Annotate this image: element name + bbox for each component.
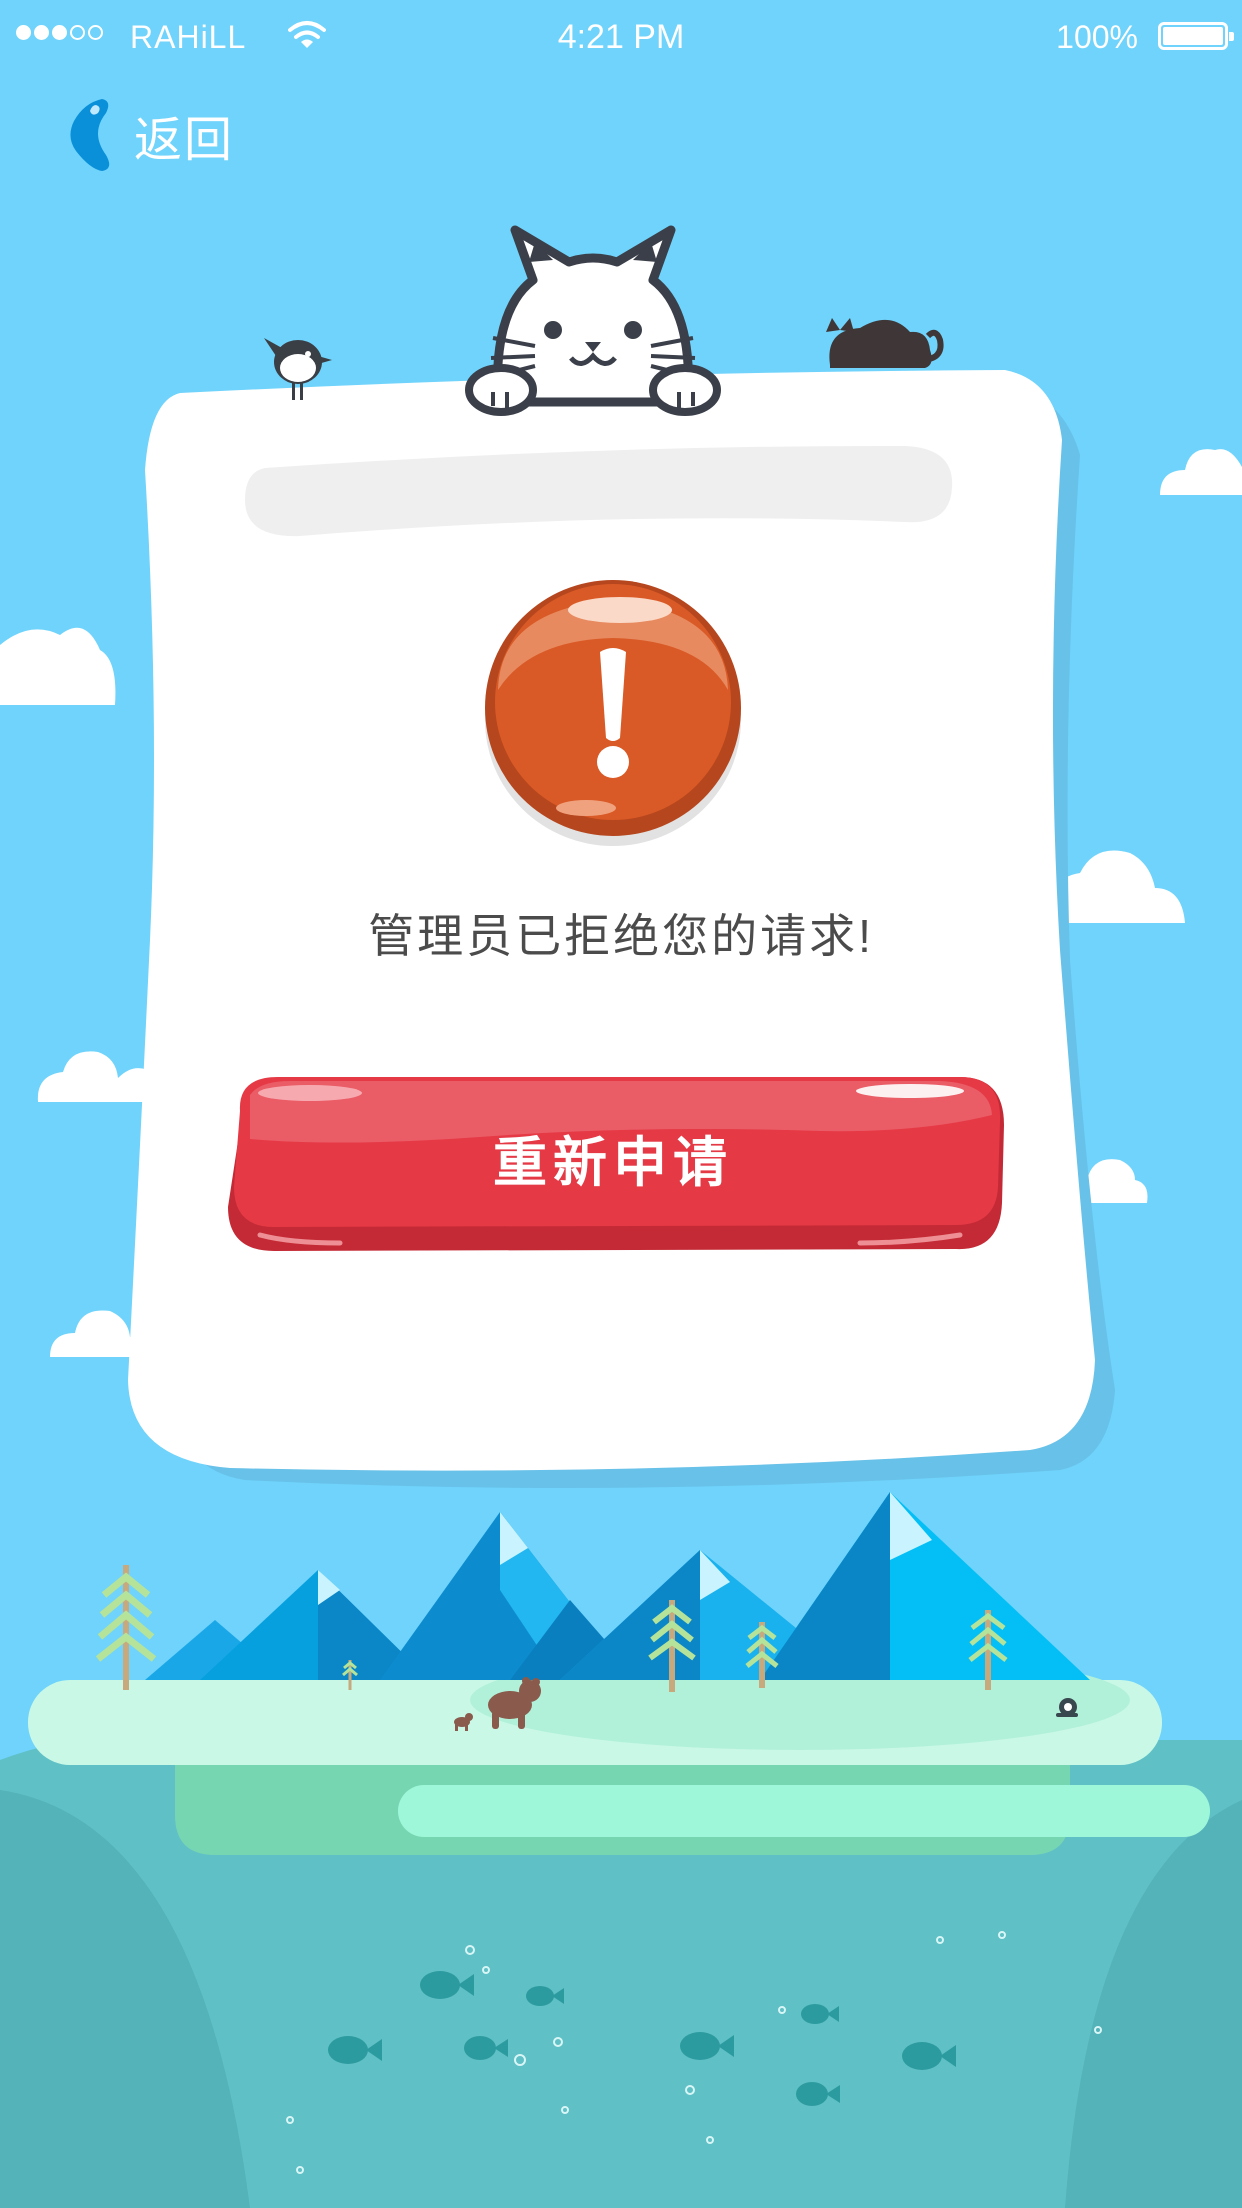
battery-percentage: 100% [1056,19,1138,55]
battery-icon [1158,22,1234,50]
status-bar: RAHiLL 4:21 PM 100% [0,0,1242,74]
reapply-button-label: 重新申请 [493,1133,733,1193]
mountains [145,1492,1090,1680]
sleeping-cat-icon [826,318,944,368]
back-arrow-icon [70,99,110,171]
alert-icon [485,580,741,846]
back-button[interactable]: 返回 [66,95,234,175]
cat-mascot-icon [465,225,721,416]
back-label: 返回 [134,114,235,167]
sea-illustration [0,1650,1242,2208]
rejection-message: 管理员已拒绝您的请求! [368,910,874,962]
reapply-button[interactable]: 重新申请 [220,1075,1006,1253]
